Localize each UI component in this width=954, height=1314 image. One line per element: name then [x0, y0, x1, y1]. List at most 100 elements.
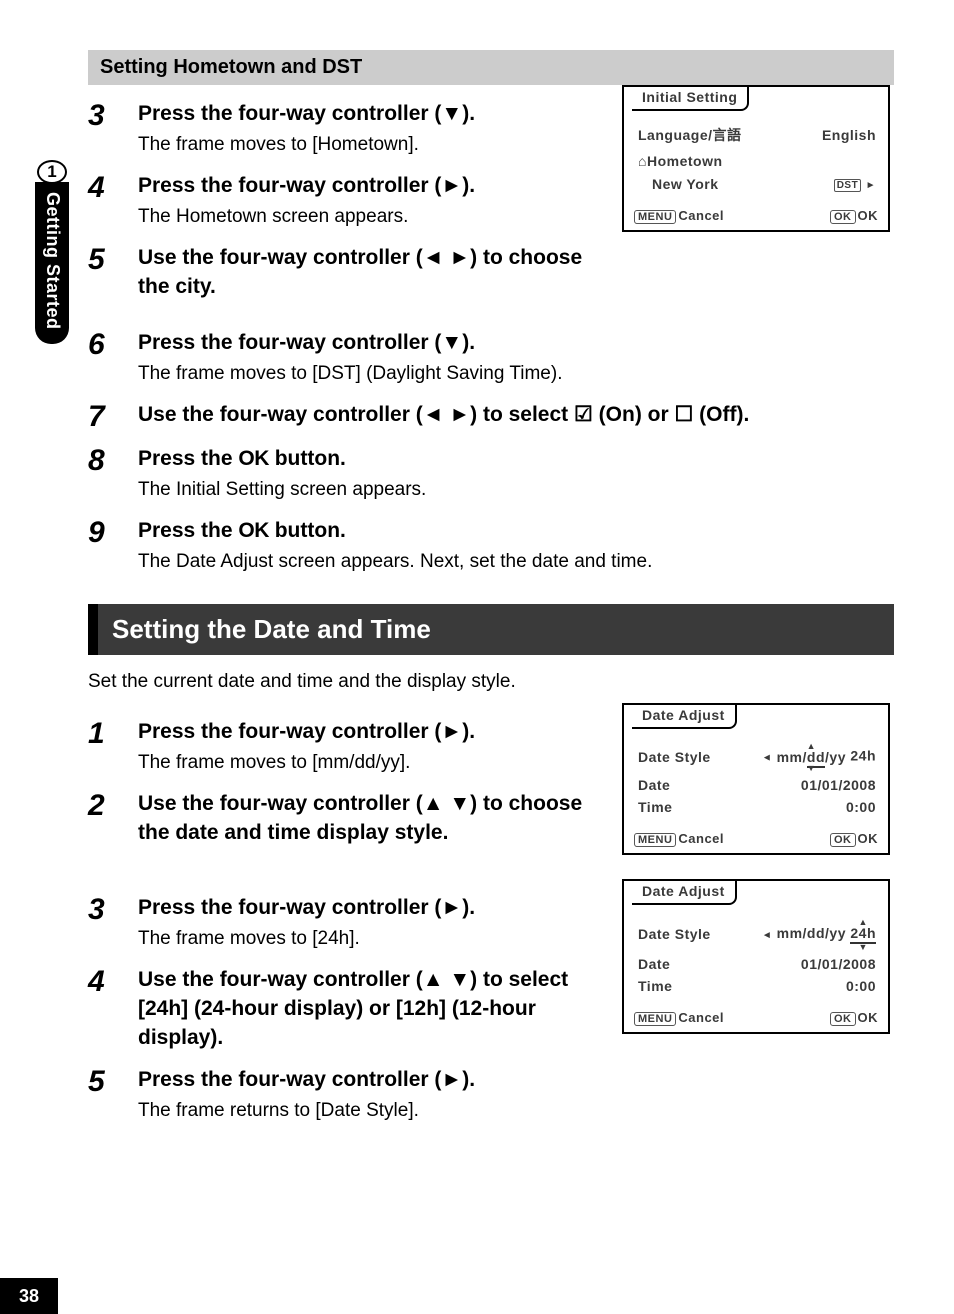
right-arrow-icon: ► [441, 896, 462, 919]
lcd-date-adjust-2: Date Adjust Date Style ◄ mm/dd/yy ▲24h▼ … [622, 879, 890, 1034]
step-title-text: button. [269, 519, 346, 542]
time-label: Time [638, 978, 672, 994]
left-arrow-icon: ◄ [762, 930, 772, 941]
step-4: 4 Press the four-way controller (►). The… [88, 171, 606, 231]
menu-button-icon: MENU [634, 833, 676, 847]
step-title-text: Use the four-way controller ( [138, 792, 423, 815]
menu-button-icon: MENU [634, 1012, 676, 1026]
step-title-text: ). [462, 720, 475, 743]
hour-mode: 24h [850, 747, 876, 763]
step-desc: The Hometown screen appears. [138, 204, 606, 231]
right-arrow-icon: ► [866, 180, 876, 191]
step-8: 8 Press the OK button. The Initial Setti… [88, 444, 894, 504]
language-value: English [822, 127, 876, 143]
step-b5: 5 Press the four-way controller (►). The… [88, 1065, 606, 1125]
step-number: 7 [88, 400, 138, 432]
ok-label: OK [858, 831, 879, 846]
up-down-arrow-icon: ▲ ▼ [423, 968, 470, 991]
step-title-text: ). [462, 1068, 475, 1091]
step-number: 6 [88, 328, 138, 388]
page-number: 38 [0, 1278, 58, 1314]
step-title-text: Press the four-way controller ( [138, 1068, 441, 1091]
step-title-text: Press the four-way controller ( [138, 331, 441, 354]
left-right-arrow-icon: ◄ ► [423, 403, 470, 426]
step-number: 5 [88, 243, 138, 302]
caret-down-icon: ▼ [858, 944, 867, 950]
checkbox-off-icon: ☐ [674, 403, 693, 426]
step-desc: The frame moves to [Hometown]. [138, 132, 606, 159]
step-9: 9 Press the OK button. The Date Adjust s… [88, 516, 894, 576]
step-desc: The frame moves to [24h]. [138, 926, 606, 953]
step-title-text: Press the four-way controller ( [138, 102, 441, 125]
lcd-tab-label: Date Adjust [632, 703, 737, 729]
step-b1: 1 Press the four-way controller (►). The… [88, 717, 606, 777]
step-number: 3 [88, 893, 138, 953]
checkbox-on-icon: ☑ [574, 403, 593, 426]
step-number: 8 [88, 444, 138, 504]
step-title-text: Press the four-way controller ( [138, 896, 441, 919]
step-number: 2 [88, 789, 138, 848]
step-number: 3 [88, 99, 138, 159]
step-7: 7 Use the four-way controller (◄ ►) to s… [88, 400, 894, 432]
step-title-text: ) to select [470, 403, 574, 426]
section-intro: Set the current date and time and the di… [88, 671, 894, 693]
side-chapter-tab: 1 Getting Started [30, 160, 74, 344]
step-number: 4 [88, 171, 138, 231]
step-title-text: (On) or [593, 403, 675, 426]
lcd-tab-label: Initial Setting [632, 85, 749, 111]
step-desc: The Initial Setting screen appears. [138, 477, 894, 504]
cancel-label: Cancel [678, 208, 724, 223]
step-title-text: button. [269, 447, 346, 470]
step-3: 3 Press the four-way controller (▼). The… [88, 99, 606, 159]
dst-icon: DST [834, 179, 862, 192]
date-value: 01/01/2008 [801, 956, 876, 972]
step-desc: The Date Adjust screen appears. Next, se… [138, 549, 894, 576]
time-value: 0:00 [846, 799, 876, 815]
step-desc: The frame moves to [mm/dd/yy]. [138, 750, 606, 777]
chapter-label: Getting Started [35, 182, 69, 344]
subheading-hometown-dst: Setting Hometown and DST [88, 50, 894, 85]
ok-button-text: OK [238, 447, 269, 470]
hometown-city: New York [652, 176, 719, 192]
left-arrow-icon: ◄ [762, 752, 772, 763]
step-b4: 4 Use the four-way controller (▲ ▼) to s… [88, 965, 606, 1053]
right-arrow-icon: ► [441, 1068, 462, 1091]
lcd-initial-setting: Initial Setting Language/言語 English ⌂Hom… [622, 85, 890, 232]
ok-button-text: OK [238, 519, 269, 542]
step-desc: The frame moves to [DST] (Daylight Savin… [138, 361, 894, 388]
step-number: 1 [88, 717, 138, 777]
ok-button-icon: OK [830, 1012, 856, 1026]
hometown-label: Hometown [647, 153, 723, 169]
step-title-text: Press the [138, 447, 238, 470]
date-format: mm/dd/yy [777, 925, 846, 941]
date-label: Date [638, 777, 670, 793]
step-desc: The frame returns to [Date Style]. [138, 1098, 606, 1125]
step-number: 5 [88, 1065, 138, 1125]
caret-down-icon: ▼ [807, 765, 816, 771]
down-arrow-icon: ▼ [441, 331, 462, 354]
ok-label: OK [858, 208, 879, 223]
step-title-text: Use the four-way controller ( [138, 968, 423, 991]
step-title-text: ). [462, 174, 475, 197]
step-number: 4 [88, 965, 138, 1053]
step-title-text: Press the four-way controller ( [138, 720, 441, 743]
date-style-label: Date Style [638, 749, 711, 765]
up-down-arrow-icon: ▲ ▼ [423, 792, 470, 815]
time-label: Time [638, 799, 672, 815]
cancel-label: Cancel [678, 831, 724, 846]
step-title-text: Press the [138, 519, 238, 542]
step-number: 9 [88, 516, 138, 576]
date-label: Date [638, 956, 670, 972]
step-title-text: ). [462, 102, 475, 125]
step-title-text: (Off). [693, 403, 749, 426]
step-title-text: Use the four-way controller ( [138, 403, 423, 426]
ok-button-icon: OK [830, 833, 856, 847]
right-arrow-icon: ► [441, 720, 462, 743]
step-b2: 2 Use the four-way controller (▲ ▼) to c… [88, 789, 606, 848]
language-label: Language/言語 [638, 125, 742, 145]
home-icon: ⌂ [638, 153, 647, 169]
step-6: 6 Press the four-way controller (▼). The… [88, 328, 894, 388]
lcd-tab-label: Date Adjust [632, 879, 737, 905]
down-arrow-icon: ▼ [441, 102, 462, 125]
step-title-text: ). [462, 896, 475, 919]
